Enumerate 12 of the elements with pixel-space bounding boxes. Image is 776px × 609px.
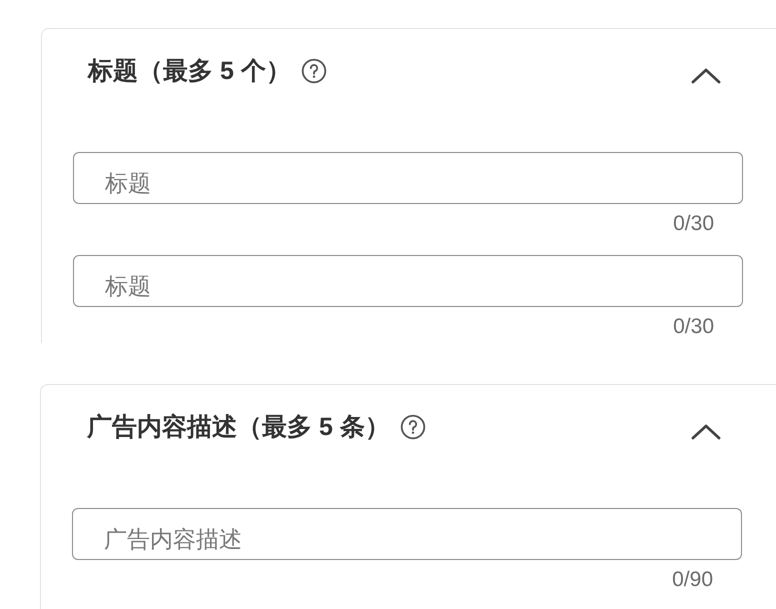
section-title: 广告内容描述（最多 5 条） — [87, 412, 390, 443]
chevron-up-icon[interactable] — [691, 68, 721, 84]
text-input[interactable]: 标题 — [73, 152, 743, 204]
chevron-up-icon[interactable] — [691, 424, 721, 440]
section-title: 标题（最多 5 个） — [88, 56, 291, 87]
help-icon[interactable] — [400, 414, 426, 440]
text-input[interactable]: 广告内容描述 — [72, 508, 742, 560]
character-counter: 0/30 — [673, 315, 714, 339]
character-counter: 0/90 — [672, 568, 713, 592]
help-icon[interactable] — [300, 58, 327, 84]
character-counter: 0/30 — [673, 212, 714, 236]
text-input[interactable]: 标题 — [73, 255, 743, 307]
